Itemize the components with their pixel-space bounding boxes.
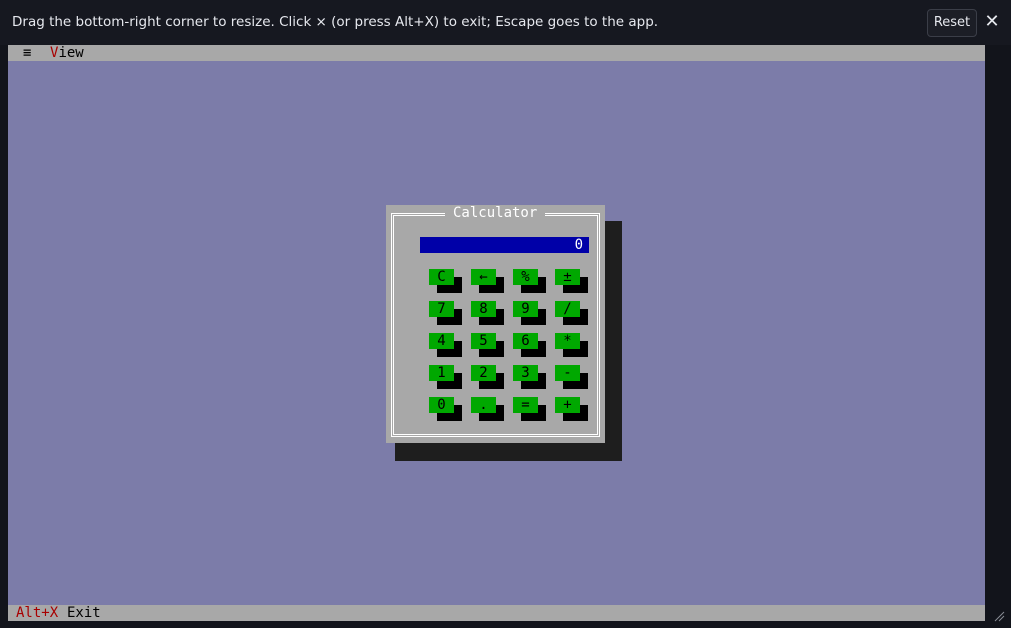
button-label: ± [555, 269, 580, 285]
button-label: ← [471, 269, 496, 285]
calc-button-digit-0[interactable]: 0 [429, 397, 462, 421]
button-label: 9 [513, 301, 538, 317]
button-label: 7 [429, 301, 454, 317]
calc-button-decimal[interactable]: . [471, 397, 504, 421]
calc-button-negate[interactable]: ± [555, 269, 588, 293]
close-icon[interactable]: ✕ [984, 12, 1000, 32]
status-bar: Alt+X Exit [8, 605, 985, 621]
button-label: * [555, 333, 580, 349]
button-label: / [555, 301, 580, 317]
calc-button-digit-9[interactable]: 9 [513, 301, 546, 325]
button-label: 2 [471, 365, 496, 381]
calc-button-divide[interactable]: / [555, 301, 588, 325]
right-gutter [985, 45, 1011, 628]
resize-grip-icon[interactable] [993, 610, 1005, 622]
overlay-hint-text: Drag the bottom-right corner to resize. … [12, 14, 659, 30]
calculator-display: 0 [420, 237, 589, 253]
status-exit-label[interactable]: Exit [67, 605, 101, 621]
system-menu-icon[interactable]: ≡ [23, 45, 31, 61]
calc-button-digit-2[interactable]: 2 [471, 365, 504, 389]
calc-button-digit-6[interactable]: 6 [513, 333, 546, 357]
button-label: 3 [513, 365, 538, 381]
button-label: + [555, 397, 580, 413]
button-label: 4 [429, 333, 454, 349]
calc-button-digit-7[interactable]: 7 [429, 301, 462, 325]
calc-button-add[interactable]: + [555, 397, 588, 421]
calc-button-digit-8[interactable]: 8 [471, 301, 504, 325]
calculator-dialog[interactable]: Calculator 0 C ←% ±7 8 9 / 4 5 6 * 1 2 3 - 0. = + [386, 205, 605, 443]
calc-button-backspace[interactable]: ← [471, 269, 504, 293]
calc-button-digit-5[interactable]: 5 [471, 333, 504, 357]
button-label: - [555, 365, 580, 381]
button-label: 0 [429, 397, 454, 413]
status-exit-key[interactable]: Alt+X [16, 605, 58, 621]
menu-view-label: iew [58, 45, 84, 61]
calc-button-subtract[interactable]: - [555, 365, 588, 389]
button-label: 6 [513, 333, 538, 349]
menu-bar: ≡ View [8, 45, 985, 61]
calc-button-percent[interactable]: % [513, 269, 546, 293]
button-label: 8 [471, 301, 496, 317]
button-label: 1 [429, 365, 454, 381]
reset-button[interactable]: Reset [927, 9, 977, 37]
calc-button-digit-3[interactable]: 3 [513, 365, 546, 389]
button-label: = [513, 397, 538, 413]
button-label: % [513, 269, 538, 285]
dialog-title[interactable]: Calculator [445, 205, 546, 221]
calc-button-equals[interactable]: = [513, 397, 546, 421]
menu-view[interactable]: View [50, 45, 84, 61]
calc-button-clear[interactable]: C [429, 269, 462, 293]
button-label: 5 [471, 333, 496, 349]
button-label: C [429, 269, 454, 285]
calc-button-multiply[interactable]: * [555, 333, 588, 357]
button-label: . [471, 397, 496, 413]
calc-button-digit-4[interactable]: 4 [429, 333, 462, 357]
calc-button-digit-1[interactable]: 1 [429, 365, 462, 389]
overlay-toolbar: Drag the bottom-right corner to resize. … [0, 0, 1011, 45]
